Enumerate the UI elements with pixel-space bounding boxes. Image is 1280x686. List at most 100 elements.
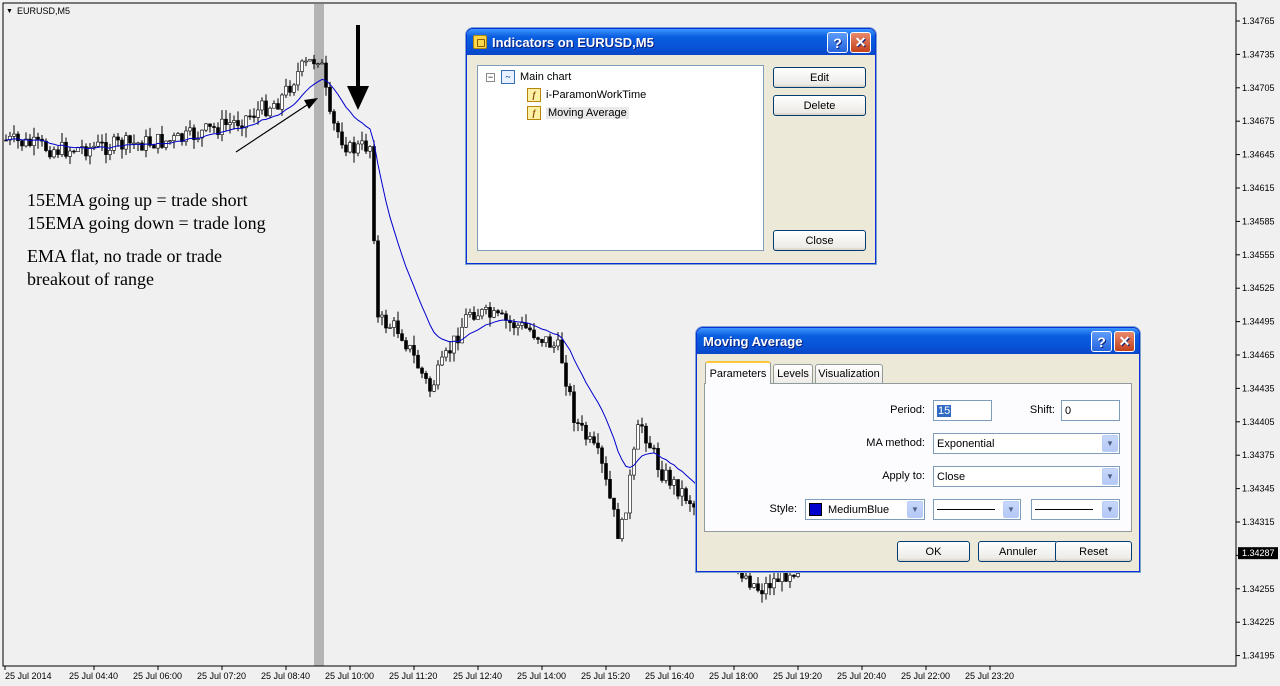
candle-body xyxy=(612,497,616,510)
tree-item-moving-average[interactable]: f Moving Average xyxy=(527,104,629,122)
candle-body xyxy=(144,136,148,151)
candle-body xyxy=(404,340,408,350)
tab-levels[interactable]: Levels xyxy=(773,364,813,383)
candle-body xyxy=(256,109,260,118)
ok-button[interactable]: OK xyxy=(897,541,970,562)
help-button[interactable]: ? xyxy=(1091,331,1112,352)
candle-body xyxy=(752,583,756,588)
candle-body xyxy=(596,442,600,449)
chevron-down-icon[interactable]: ▼ xyxy=(6,8,13,15)
price-label: 1.34195 xyxy=(1242,651,1275,661)
chevron-down-icon[interactable]: ▼ xyxy=(1102,501,1118,518)
candle-body xyxy=(560,339,564,364)
cancel-button[interactable]: Annuler xyxy=(978,541,1058,562)
apply-to-label: Apply to: xyxy=(882,470,925,482)
line-width-select[interactable]: ▼ xyxy=(1031,499,1120,520)
edit-button[interactable]: Edit xyxy=(773,67,866,88)
candle-body xyxy=(760,590,764,595)
chevron-down-icon[interactable]: ▼ xyxy=(1102,435,1118,452)
time-label: 25 Jul 2014 xyxy=(5,671,52,681)
candle-body xyxy=(388,327,392,329)
candle-body xyxy=(632,448,636,476)
candle-body xyxy=(452,335,456,354)
ma-dialog-titlebar[interactable]: Moving Average ? ✕ xyxy=(697,328,1139,354)
chart-symbol-label: ▼ EURUSD,M5 xyxy=(6,6,70,16)
indicators-dialog: Indicators on EURUSD,M5 ? ✕ − ~ Main cha… xyxy=(466,28,876,264)
reset-button[interactable]: Reset xyxy=(1055,541,1132,562)
candle-body xyxy=(628,474,632,514)
price-label: 1.34735 xyxy=(1242,49,1275,59)
delete-button[interactable]: Delete xyxy=(773,95,866,116)
chevron-down-icon[interactable]: ▼ xyxy=(907,501,923,518)
tab-parameters[interactable]: Parameters xyxy=(705,361,771,384)
candle-body xyxy=(164,140,168,148)
chart-icon: ~ xyxy=(501,70,515,84)
candle-body xyxy=(416,354,420,369)
candle-body xyxy=(480,309,484,317)
candle-body xyxy=(492,310,496,318)
candle-body xyxy=(744,575,748,579)
indicator-tree[interactable]: − ~ Main chart f i-ParamonWorkTime f Mov… xyxy=(477,65,764,251)
annotation-line-2: 15EMA going down = trade long xyxy=(27,213,266,233)
tab-visualization[interactable]: Visualization xyxy=(815,364,883,383)
tree-item-paramon[interactable]: f i-ParamonWorkTime xyxy=(527,86,646,104)
candle-body xyxy=(668,469,672,486)
candle-body xyxy=(644,425,648,444)
candle-body xyxy=(340,131,344,146)
candle-body xyxy=(260,100,264,111)
candle-body xyxy=(656,448,660,470)
help-button[interactable]: ? xyxy=(827,32,848,53)
color-swatch xyxy=(809,503,822,516)
time-label: 25 Jul 04:40 xyxy=(69,671,118,681)
close-icon[interactable]: ✕ xyxy=(1114,331,1135,352)
collapse-icon[interactable]: − xyxy=(486,72,495,82)
candle-body xyxy=(392,320,396,328)
price-label: 1.34555 xyxy=(1242,250,1275,260)
candle-body xyxy=(488,307,492,318)
close-icon[interactable]: ✕ xyxy=(850,32,871,53)
candle-body xyxy=(660,469,664,481)
candle-body xyxy=(324,62,328,88)
indicators-dialog-title: Indicators on EURUSD,M5 xyxy=(492,34,654,50)
time-label: 25 Jul 18:00 xyxy=(709,671,758,681)
ma-method-select[interactable]: Exponential ▼ xyxy=(933,433,1120,454)
candle-body xyxy=(192,127,196,140)
candle-body xyxy=(444,350,448,358)
candle-body xyxy=(440,356,444,366)
candle-body xyxy=(156,134,160,149)
candle-body xyxy=(252,115,256,118)
candle-body xyxy=(396,320,400,334)
tree-item-main-chart[interactable]: − ~ Main chart xyxy=(486,68,571,86)
apply-to-select[interactable]: Close ▼ xyxy=(933,466,1120,487)
time-label: 25 Jul 07:20 xyxy=(197,671,246,681)
close-button[interactable]: Close xyxy=(773,230,866,251)
candle-body xyxy=(300,60,304,72)
price-label: 1.34255 xyxy=(1242,584,1275,594)
candle-body xyxy=(364,140,368,152)
candle-body xyxy=(208,123,212,127)
chevron-down-icon[interactable]: ▼ xyxy=(1003,501,1019,518)
price-label: 1.34405 xyxy=(1242,417,1275,427)
price-label: 1.34615 xyxy=(1242,183,1275,193)
candle-body xyxy=(788,574,792,582)
style-color-select[interactable]: MediumBlue ▼ xyxy=(805,499,925,520)
candle-body xyxy=(100,141,104,144)
price-label: 1.34705 xyxy=(1242,83,1275,93)
line-style-select[interactable]: ▼ xyxy=(933,499,1021,520)
candle-body xyxy=(532,329,536,339)
price-label: 1.34435 xyxy=(1242,383,1275,393)
candle-body xyxy=(484,307,488,310)
period-input[interactable]: 15 xyxy=(933,400,992,421)
candle-body xyxy=(608,479,612,499)
chevron-down-icon[interactable]: ▼ xyxy=(1102,468,1118,485)
candle-body xyxy=(624,512,628,520)
time-label: 25 Jul 12:40 xyxy=(453,671,502,681)
candle-body xyxy=(12,133,16,137)
indicators-dialog-titlebar[interactable]: Indicators on EURUSD,M5 ? ✕ xyxy=(467,29,875,55)
candle-body xyxy=(320,62,324,65)
candle-body xyxy=(312,59,316,65)
candle-body xyxy=(764,583,768,595)
candle-body xyxy=(120,139,124,150)
shift-input[interactable]: 0 xyxy=(1061,400,1120,421)
price-label: 1.34225 xyxy=(1242,617,1275,627)
